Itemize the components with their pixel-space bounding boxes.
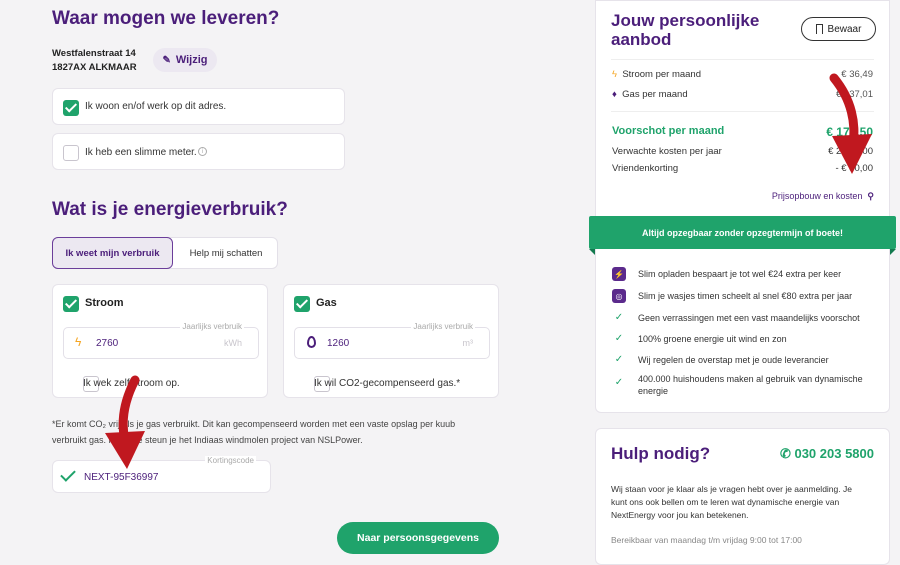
offer-card: Jouw persoonlijke aanbod Bewaar ϟ Stroom…: [595, 0, 890, 413]
stroom-unit: kWh: [224, 338, 242, 348]
gas-unit: m³: [462, 338, 474, 348]
check-icon: ✓: [614, 333, 624, 344]
feature-item: ✓ 100% groene energie uit wind en zon: [612, 333, 873, 344]
feature-item: ⚡ Slim opladen bespaart je tot wel €24 e…: [612, 267, 873, 281]
gas-label: Gas: [316, 297, 337, 309]
check-icon: ✓: [614, 312, 624, 323]
help-title: Hulp nodig?: [611, 444, 711, 463]
gas-field-label: Jaarlijks verbruik: [411, 322, 475, 331]
discount-field-label: Kortingscode: [205, 456, 256, 465]
feature-item: ◎ Slim je wasjes timen scheelt al snel €…: [612, 289, 873, 303]
co2-label: Ik wil CO2-gecompenseerd gas.*: [314, 378, 461, 389]
smart-meter-label: Ik heb een slimme meter.: [85, 147, 197, 158]
check-icon: [60, 466, 76, 482]
next-button[interactable]: Naar persoonsgegevens: [337, 522, 499, 554]
edit-address-button[interactable]: ✎ Wijzig: [153, 48, 217, 72]
gas-usage-input[interactable]: Jaarlijks verbruik 1260 m³: [294, 322, 490, 359]
flame-icon: [307, 336, 316, 348]
smart-meter-checkbox[interactable]: [63, 144, 79, 161]
offer-title: Jouw persoonlijke aanbod: [611, 11, 760, 49]
annotation-arrow: [829, 73, 872, 174]
stroom-field-label: Jaarlijks verbruik: [180, 322, 244, 331]
stroom-usage-input[interactable]: Jaarlijks verbruik ϟ 2760 kWh: [63, 322, 259, 359]
stroom-usage-value: 2760: [96, 338, 119, 349]
gas-checkbox[interactable]: [294, 295, 310, 312]
live-work-checkbox-row[interactable]: Ik woon en/of werk op dit adres.: [52, 88, 345, 125]
gas-card: Gas Jaarlijks verbruik 1260 m³ Ik wil CO…: [283, 284, 499, 398]
feature-item: ✓ Geen verrassingen met een vast maandel…: [612, 312, 873, 323]
search-icon: ⚲: [864, 191, 874, 201]
washer-icon: ◎: [612, 289, 626, 303]
phone-link[interactable]: ✆ 030 203 5800: [780, 446, 874, 462]
help-body: Wij staan voor je klaar als je vragen he…: [611, 484, 852, 520]
address-postal: 1827AX ALKMAAR: [52, 62, 137, 73]
live-work-checkbox[interactable]: [63, 99, 79, 116]
charging-icon: ⚡: [612, 267, 626, 281]
save-offer-button[interactable]: Bewaar: [801, 17, 876, 41]
cancel-anytime-banner: Altijd opzegbaar zonder opzegtermijn of …: [589, 216, 896, 249]
flame-icon: ♦: [612, 89, 617, 100]
phone-icon: ✆: [779, 446, 791, 461]
usage-title: Wat is je energieverbruik?: [52, 199, 288, 220]
info-icon[interactable]: i: [198, 147, 207, 156]
price-breakdown-link[interactable]: Prijsopbouw en kosten ⚲: [772, 191, 874, 202]
gas-usage-value: 1260: [327, 338, 350, 349]
feature-item: ✓ 400.000 huishoudens maken al gebruik v…: [612, 373, 873, 397]
lightning-icon: ϟ: [75, 335, 82, 349]
delivery-title: Waar mogen we leveren?: [52, 8, 280, 29]
address: Westfalenstraat 14 1827AX ALKMAAR: [52, 47, 137, 75]
usage-tabs: Ik weet mijn verbruik Help mij schatten: [52, 237, 278, 269]
annotation-arrow: [105, 375, 145, 469]
smart-meter-checkbox-row[interactable]: Ik heb een slimme meter. i: [52, 133, 345, 170]
lightning-icon: ϟ: [612, 69, 618, 80]
check-icon: ✓: [614, 377, 624, 388]
check-icon: ✓: [614, 354, 624, 365]
bookmark-icon: [815, 24, 823, 34]
help-card: Hulp nodig? ✆ 030 203 5800 Wij staan voo…: [595, 428, 890, 565]
feature-item: ✓ Wij regelen de overstap met je oude le…: [612, 354, 873, 365]
address-street: Westfalenstraat 14: [52, 48, 136, 59]
stroom-checkbox[interactable]: [63, 295, 79, 312]
live-work-label: Ik woon en/of werk op dit adres.: [85, 101, 227, 112]
tab-estimate[interactable]: Help mij schatten: [173, 238, 279, 268]
opening-hours: Bereikbaar van maandag t/m vrijdag 9:00 …: [611, 535, 802, 545]
tab-know-usage[interactable]: Ik weet mijn verbruik: [52, 237, 173, 269]
stroom-label: Stroom: [85, 297, 124, 309]
pencil-icon: ✎: [162, 54, 171, 66]
